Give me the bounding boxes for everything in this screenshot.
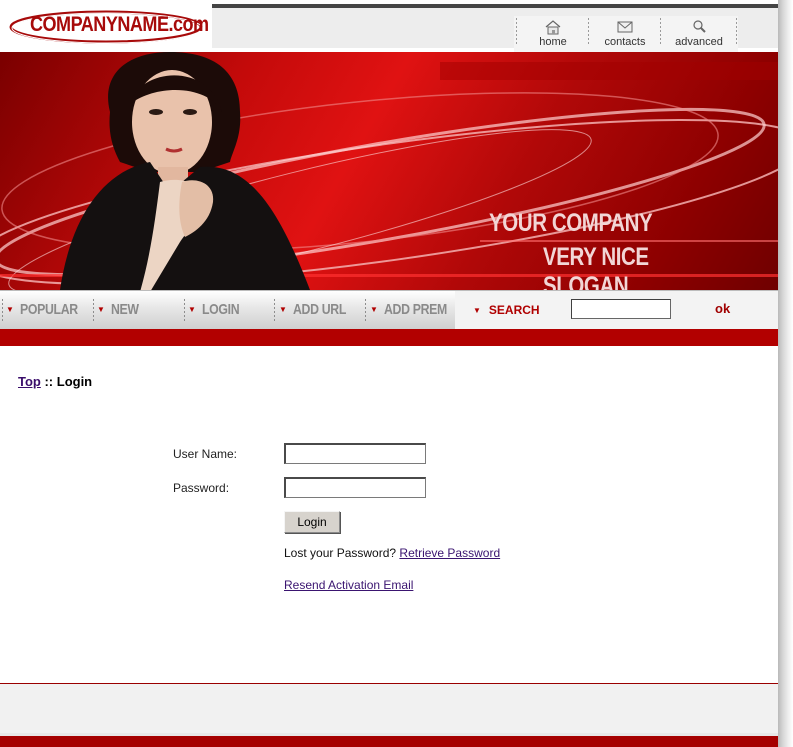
menu-separator (184, 299, 185, 323)
lost-password-text: Lost your Password? (284, 546, 397, 560)
slogan-line-1: YOUR COMPANY (489, 209, 653, 237)
company-logo[interactable]: COMPANYNAME.com (0, 0, 212, 52)
nav-separator (660, 18, 661, 46)
nav-separator (736, 18, 737, 46)
password-input[interactable] (284, 477, 426, 498)
model-photo (60, 52, 310, 290)
magnifier-icon (693, 20, 706, 33)
house-icon (545, 20, 561, 35)
envelope-icon (617, 21, 633, 33)
search-area: ▼ SEARCH ok (455, 291, 778, 329)
nav-separator (516, 18, 517, 46)
menu-separator (365, 299, 366, 323)
search-label: ▼ SEARCH (473, 303, 540, 317)
menu-item-add-prem[interactable]: ▼ ADD PREM (370, 291, 460, 329)
menu-separator (2, 299, 3, 323)
slogan-line-2: VERY NICE SLOGAN (543, 243, 649, 290)
page: COMPANYNAME.com home contacts advanced Y… (0, 0, 778, 747)
menu-item-new[interactable]: ▼ NEW (97, 291, 144, 329)
nav-separator (588, 18, 589, 46)
arrow-down-icon: ▼ (473, 306, 481, 315)
menu-separator (93, 299, 94, 323)
menu-item-popular[interactable]: ▼ POPULAR (6, 291, 90, 329)
arrow-down-icon: ▼ (6, 305, 14, 314)
menu-item-add-url[interactable]: ▼ ADD URL (279, 291, 357, 329)
logo-text: COMPANYNAME.com (30, 13, 209, 36)
nav-home-label: home (539, 36, 567, 48)
arrow-down-icon: ▼ (279, 305, 287, 314)
hero-banner: YOUR COMPANY VERY NICE SLOGAN (0, 52, 778, 290)
header: COMPANYNAME.com home contacts advanced (0, 0, 778, 52)
breadcrumb-separator: :: (40, 374, 57, 389)
nav-contacts-label: contacts (604, 36, 646, 48)
menu-underline-bar (0, 329, 778, 346)
breadcrumb: Top :: Login (18, 374, 92, 389)
nav-advanced[interactable]: advanced (664, 16, 734, 52)
login-button[interactable]: Login (284, 511, 340, 533)
nav-contacts[interactable]: contacts (590, 16, 660, 52)
nav-advanced-label: advanced (675, 36, 723, 48)
top-nav: home contacts advanced (514, 16, 738, 52)
resend-row: Resend Activation Email (284, 578, 413, 592)
search-ok-button[interactable]: ok (715, 291, 730, 327)
top-nav-bar: home contacts advanced (212, 4, 778, 52)
arrow-down-icon: ▼ (370, 305, 378, 314)
footer (0, 684, 778, 733)
username-label: User Name: (173, 447, 238, 461)
menu-separator (274, 299, 275, 323)
menu-item-login[interactable]: ▼ LOGIN (188, 291, 247, 329)
footer-bar (0, 733, 778, 747)
retrieve-password-link[interactable]: Retrieve Password (399, 546, 500, 560)
breadcrumb-current: Login (56, 374, 93, 389)
arrow-down-icon: ▼ (188, 305, 196, 314)
nav-home[interactable]: home (518, 16, 588, 52)
arrow-down-icon: ▼ (97, 305, 105, 314)
breadcrumb-top-link[interactable]: Top (18, 374, 41, 389)
lost-password-row: Lost your Password? Retrieve Password (284, 546, 500, 560)
password-label: Password: (173, 481, 230, 495)
resend-activation-link[interactable]: Resend Activation Email (284, 578, 413, 592)
main-menu: ▼ POPULAR ▼ NEW ▼ LOGIN ▼ ADD URL ▼ ADD PREM … (0, 290, 778, 329)
search-input[interactable] (571, 299, 671, 319)
username-input[interactable] (284, 443, 426, 464)
page-shadow (778, 0, 793, 747)
